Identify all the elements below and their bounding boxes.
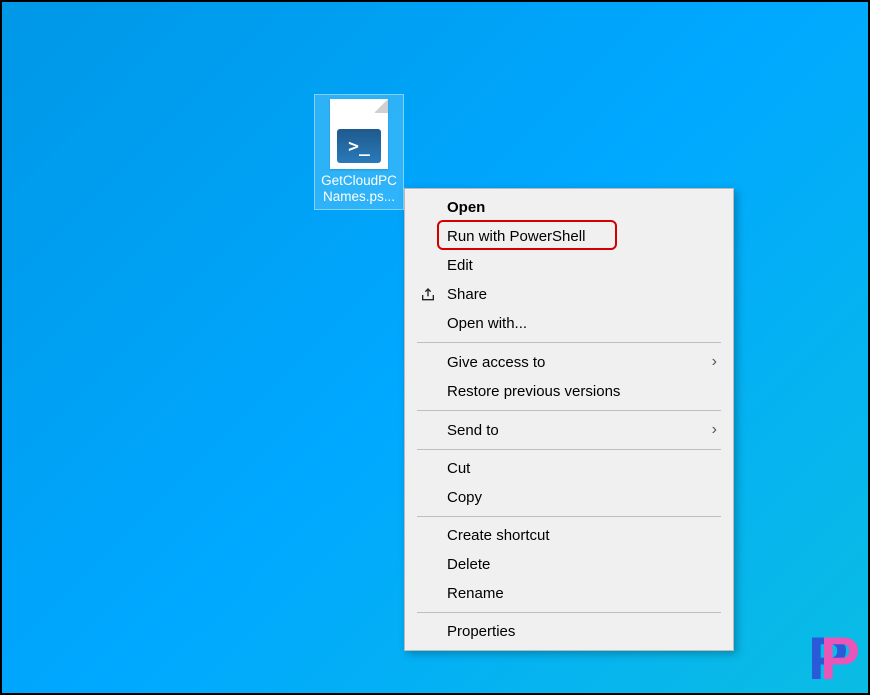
context-menu: Open Run with PowerShell Edit Share Open… <box>404 188 734 651</box>
watermark-logo: PP <box>808 624 860 693</box>
menu-item-rename[interactable]: Rename <box>407 579 731 608</box>
menu-item-restore-versions[interactable]: Restore previous versions <box>407 377 731 406</box>
menu-item-give-access[interactable]: Give access to › <box>407 347 731 377</box>
menu-item-share[interactable]: Share <box>407 280 731 309</box>
menu-item-open[interactable]: Open <box>407 193 731 222</box>
menu-item-edit[interactable]: Edit <box>407 251 731 280</box>
file-icon-powershell-script[interactable]: >_ GetCloudPCNames.ps... <box>314 94 404 210</box>
menu-separator <box>417 342 721 343</box>
menu-item-cut[interactable]: Cut <box>407 454 731 483</box>
menu-separator <box>417 612 721 613</box>
menu-separator <box>417 410 721 411</box>
menu-separator <box>417 516 721 517</box>
menu-item-create-shortcut[interactable]: Create shortcut <box>407 521 731 550</box>
menu-item-copy[interactable]: Copy <box>407 483 731 512</box>
file-name-label: GetCloudPCNames.ps... <box>319 173 399 205</box>
menu-item-delete[interactable]: Delete <box>407 550 731 579</box>
menu-item-run-powershell[interactable]: Run with PowerShell <box>407 222 731 251</box>
powershell-badge-icon: >_ <box>337 129 381 163</box>
menu-item-send-to[interactable]: Send to › <box>407 415 731 445</box>
file-thumbnail: >_ <box>330 99 388 169</box>
menu-item-open-with[interactable]: Open with... <box>407 309 731 338</box>
menu-item-properties[interactable]: Properties <box>407 617 731 646</box>
menu-separator <box>417 449 721 450</box>
share-icon <box>419 286 437 304</box>
chevron-right-icon: › <box>712 421 717 439</box>
chevron-right-icon: › <box>712 353 717 371</box>
desktop[interactable]: >_ GetCloudPCNames.ps... Open Run with P… <box>2 2 868 693</box>
